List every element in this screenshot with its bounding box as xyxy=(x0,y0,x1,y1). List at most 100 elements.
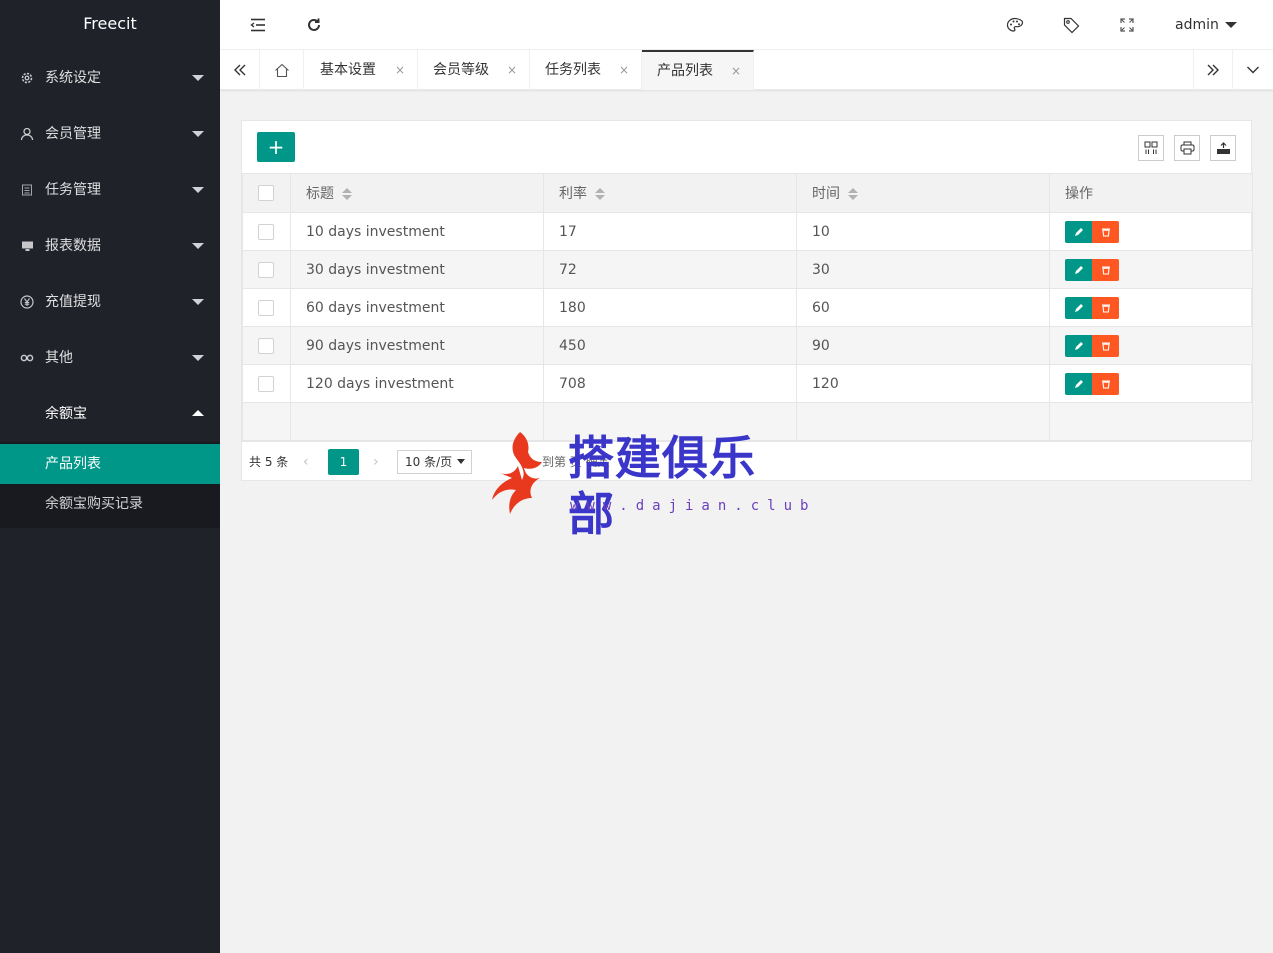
tag-icon[interactable] xyxy=(1059,0,1083,50)
cell-title: 60 days investment xyxy=(290,288,544,327)
prev-page-chevron-left-icon[interactable]: ‹ xyxy=(303,442,309,482)
row-checkbox[interactable] xyxy=(258,299,274,316)
tabs-scroll-right-icon[interactable] xyxy=(1193,50,1233,90)
column-header-rate[interactable]: 利率 xyxy=(543,173,797,213)
chevron-down-icon xyxy=(192,299,204,305)
cell-title: 90 days investment xyxy=(290,326,544,365)
user-menu[interactable]: admin xyxy=(1175,0,1237,50)
column-header-title[interactable]: 标题 xyxy=(290,173,544,213)
refresh-icon[interactable] xyxy=(302,0,326,50)
sidebar-item-members[interactable]: 会员管理 xyxy=(0,106,220,162)
gear-icon xyxy=(19,50,35,106)
report-icon xyxy=(19,218,35,274)
tab-task-list[interactable]: 任务列表 × xyxy=(530,50,642,90)
total-count: 共 5 条 xyxy=(249,455,289,469)
cell-actions xyxy=(1049,288,1253,327)
menu-fold-icon[interactable] xyxy=(246,0,270,50)
tabs-menu-chevron-down-icon[interactable] xyxy=(1233,50,1273,90)
yuan-icon xyxy=(19,274,35,330)
chevron-down-icon xyxy=(192,131,204,137)
export-icon[interactable] xyxy=(1210,135,1236,161)
row-checkbox-cell xyxy=(242,326,291,365)
sidebar-subnav: 产品列表 余额宝购买记录 xyxy=(0,442,220,528)
cell-rate: 450 xyxy=(543,326,797,365)
watermark-url: www.dajian.club xyxy=(570,498,817,514)
cell-title: 30 days investment xyxy=(290,250,544,289)
tab-member-levels[interactable]: 会员等级 × xyxy=(418,50,530,90)
delete-trash-icon[interactable] xyxy=(1092,296,1119,319)
tabs-scroll-left-icon[interactable] xyxy=(220,50,260,90)
sidebar-item-system-settings[interactable]: 系统设定 xyxy=(0,50,220,106)
table-empty-row xyxy=(242,402,1253,441)
cell-actions xyxy=(1049,250,1253,289)
user-name: admin xyxy=(1175,17,1219,33)
cell-rate: 72 xyxy=(543,250,797,289)
edit-pencil-icon[interactable] xyxy=(1065,296,1092,319)
row-checkbox[interactable] xyxy=(258,375,274,392)
tab-home-icon[interactable] xyxy=(260,50,304,90)
sidebar-item-label: 会员管理 xyxy=(45,126,101,142)
next-page-chevron-right-icon[interactable]: › xyxy=(373,442,379,482)
page-size-select[interactable]: 10 条/页 xyxy=(397,450,472,474)
close-icon[interactable]: × xyxy=(619,50,629,90)
page-skip[interactable]: 到第 页 确定 xyxy=(542,442,610,482)
sidebar-item-yuebao[interactable]: 余额宝 xyxy=(0,386,220,442)
select-all-checkbox[interactable] xyxy=(258,185,274,201)
cell-time: 120 xyxy=(796,364,1050,403)
edit-pencil-icon[interactable] xyxy=(1065,334,1092,357)
sidebar-subitem-product-list[interactable]: 产品列表 xyxy=(0,444,220,484)
cell-actions xyxy=(1049,364,1253,403)
sidebar-item-label: 系统设定 xyxy=(45,70,101,86)
fullscreen-icon[interactable] xyxy=(1115,0,1139,50)
edit-pencil-icon[interactable] xyxy=(1065,258,1092,281)
table-row: 90 days investment 450 90 xyxy=(242,326,1253,365)
delete-trash-icon[interactable] xyxy=(1092,372,1119,395)
sort-icon[interactable] xyxy=(595,188,605,200)
row-checkbox[interactable] xyxy=(258,223,274,240)
sidebar-item-tasks[interactable]: 任务管理 xyxy=(0,162,220,218)
edit-pencil-icon[interactable] xyxy=(1065,372,1092,395)
sort-icon[interactable] xyxy=(848,188,858,200)
close-icon[interactable]: × xyxy=(731,52,741,90)
tab-basic-settings[interactable]: 基本设置 × xyxy=(305,50,418,90)
list-icon xyxy=(19,162,35,218)
delete-trash-icon[interactable] xyxy=(1092,220,1119,243)
edit-pencil-icon[interactable] xyxy=(1065,220,1092,243)
delete-trash-icon[interactable] xyxy=(1092,258,1119,281)
print-icon[interactable] xyxy=(1174,135,1200,161)
top-header: admin xyxy=(220,0,1273,50)
product-table: 标题 利率 时间 操作 10 days investment 17 10 30 … xyxy=(242,173,1253,441)
product-table-card: + 标题 利率 时间 操作 10 days investment 17 10 3… xyxy=(241,120,1253,481)
table-row: 60 days investment 180 60 xyxy=(242,288,1253,327)
sidebar-subitem-purchase-records[interactable]: 余额宝购买记录 xyxy=(0,484,220,524)
sidebar-item-label: 余额宝 xyxy=(45,406,87,422)
sidebar-item-reports[interactable]: 报表数据 xyxy=(0,218,220,274)
add-product-button[interactable]: + xyxy=(257,132,295,162)
user-icon xyxy=(19,106,35,162)
sidebar-item-other[interactable]: 其他 xyxy=(0,330,220,386)
sidebar-item-recharge-withdraw[interactable]: 充值提现 xyxy=(0,274,220,330)
app-logo[interactable]: Freecit xyxy=(0,0,220,50)
sort-icon[interactable] xyxy=(342,188,352,200)
current-page[interactable]: 1 xyxy=(328,449,359,475)
table-row: 120 days investment 708 120 xyxy=(242,364,1253,403)
close-icon[interactable]: × xyxy=(395,50,405,90)
row-checkbox[interactable] xyxy=(258,337,274,354)
cell-actions xyxy=(1049,212,1253,251)
row-checkbox-cell xyxy=(242,250,291,289)
delete-trash-icon[interactable] xyxy=(1092,334,1119,357)
pagination: 共 5 条 ‹ 1 › 10 条/页 到第 页 确定 xyxy=(242,441,1252,481)
cell-time: 10 xyxy=(796,212,1050,251)
tab-product-list[interactable]: 产品列表 × xyxy=(642,50,754,90)
palette-icon[interactable] xyxy=(1003,0,1027,50)
columns-filter-icon[interactable] xyxy=(1138,135,1164,161)
chevron-down-icon xyxy=(457,459,465,464)
row-checkbox[interactable] xyxy=(258,261,274,278)
chevron-up-icon xyxy=(192,410,204,416)
sidebar-item-label: 报表数据 xyxy=(45,238,101,254)
cell-rate: 708 xyxy=(543,364,797,403)
link-icon xyxy=(19,330,35,386)
table-toolbar: + xyxy=(242,121,1251,173)
close-icon[interactable]: × xyxy=(507,50,517,90)
column-header-time[interactable]: 时间 xyxy=(796,173,1050,213)
